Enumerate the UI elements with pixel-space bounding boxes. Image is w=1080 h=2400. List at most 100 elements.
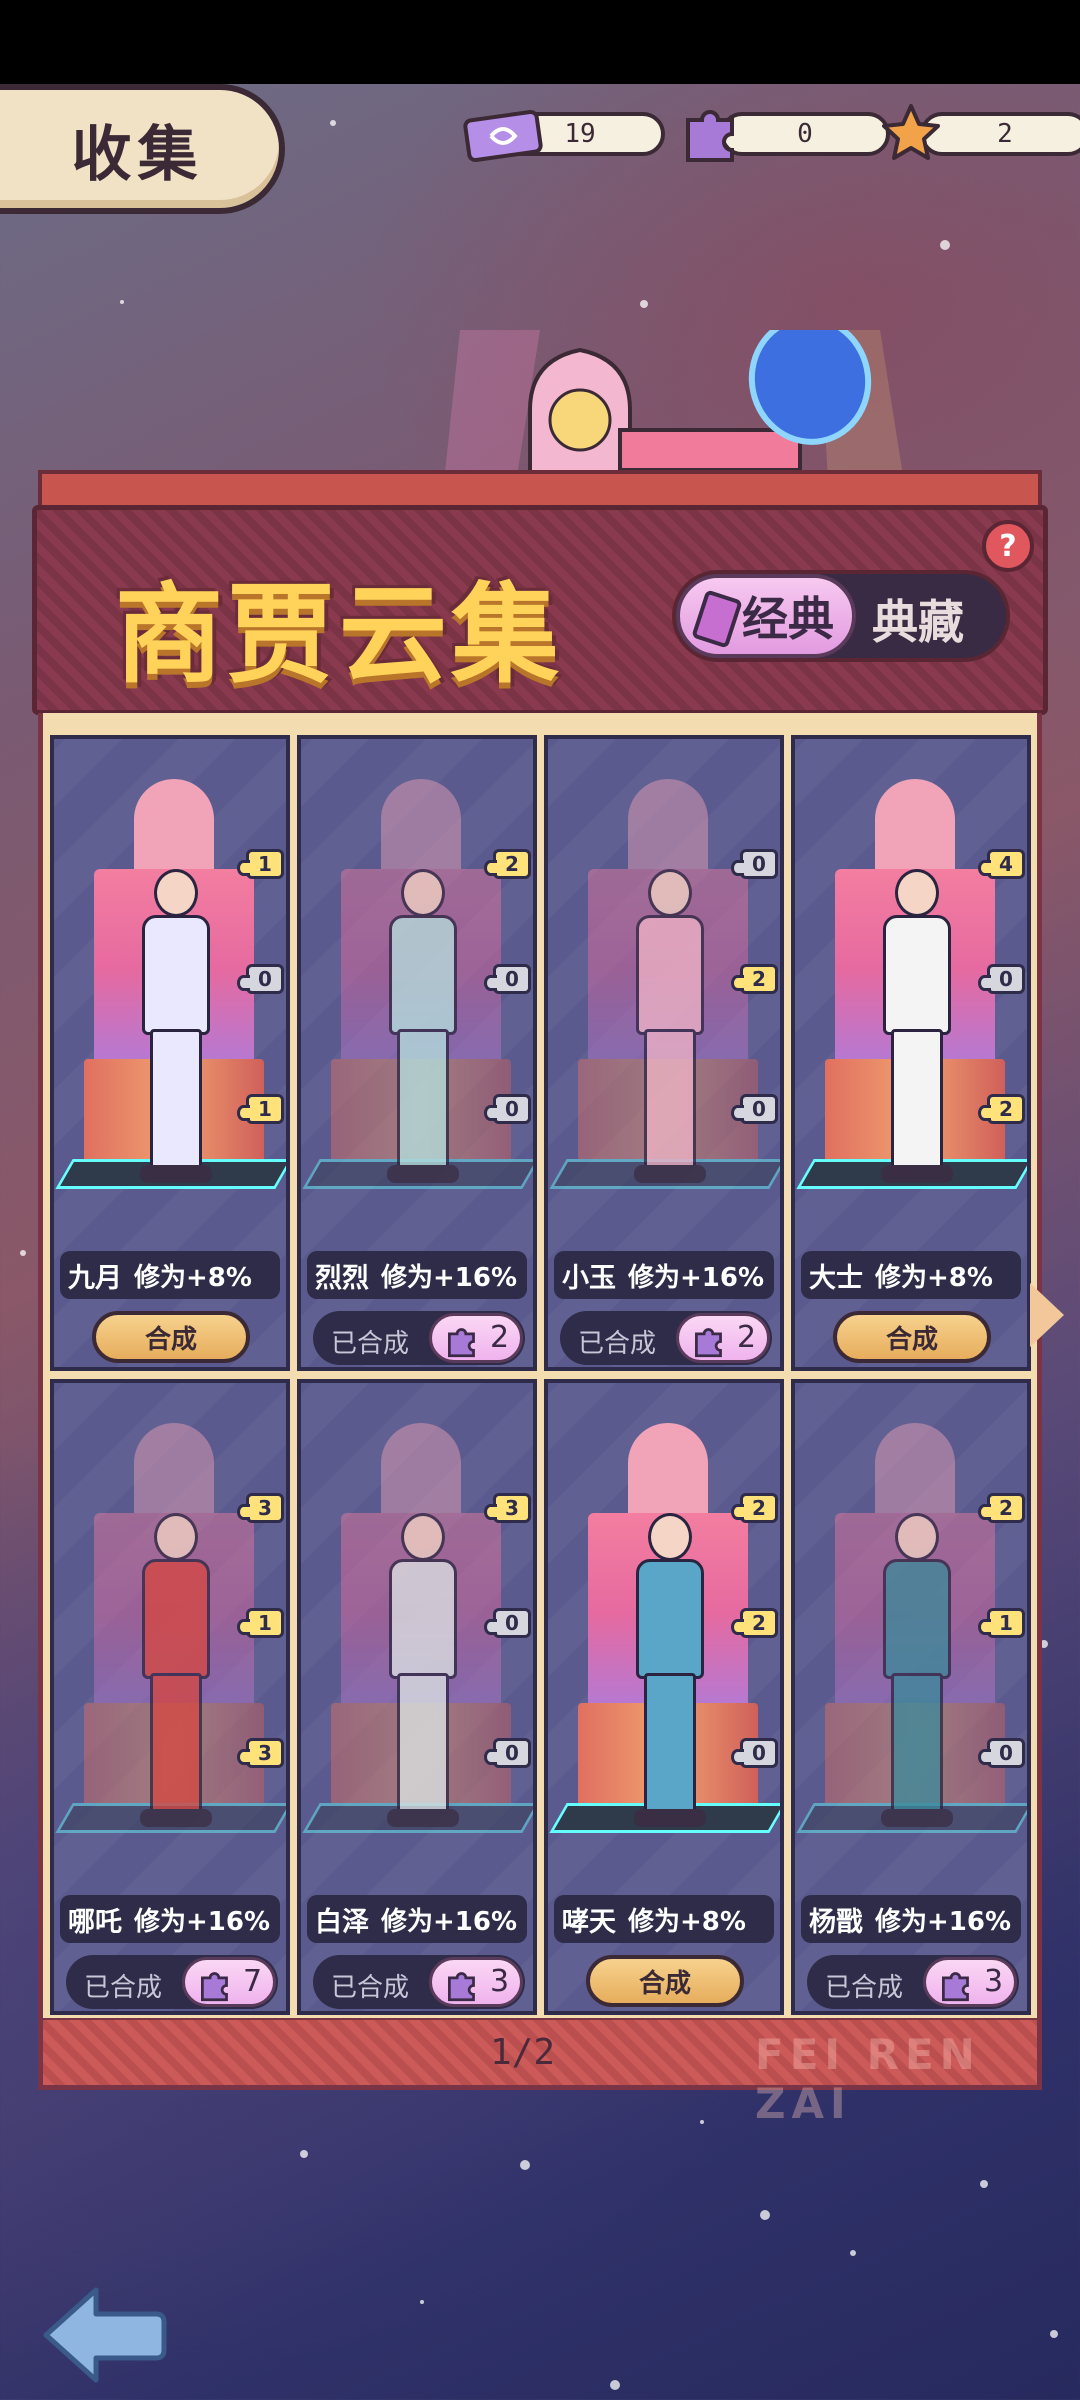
character-card[interactable]: 2 0 0 烈烈 修为+16% 已合成 2 [297,735,537,1371]
fragment-count-badge: 2 [731,1608,778,1638]
character-name-plate: 哮天 修为+8% [554,1895,774,1943]
character-card[interactable]: 1 0 1 九月 修为+8% 合成 [50,735,290,1371]
tab-classic[interactable]: 经典 [676,574,856,658]
puzzle-piece-icon [448,1972,475,2002]
fragment-count-badge: 1 [237,1094,284,1124]
synthesize-button[interactable]: 合成 [92,1311,250,1363]
synthesized-label: 已合成 [331,1973,410,2003]
character-name: 小玉 [562,1262,616,1294]
star [1050,2330,1058,2338]
piece-count-pill[interactable]: 2 [429,1313,523,1363]
piece-count-pill[interactable]: 3 [429,1957,523,2007]
star [980,2180,988,2188]
tab-classic-label: 经典 [742,592,834,646]
piece-count-pill[interactable]: 2 [676,1313,770,1363]
page-title: 收集 [71,119,204,190]
synthesized-status: 已合成 2 [560,1311,772,1365]
character-figure [865,1513,965,1833]
fragment-count-badge: 0 [978,964,1025,994]
fragment-count-badge: 4 [978,849,1025,879]
character-name-plate: 白泽 修为+16% [307,1895,527,1943]
star [610,2380,620,2390]
character-card[interactable]: 3 1 3 哪吒 修为+16% 已合成 7 [50,1379,290,2015]
fragment-count-badge: 2 [484,849,531,879]
piece-count: 3 [984,1964,1004,1999]
star [520,2160,530,2170]
character-name-plate: 小玉 修为+16% [554,1251,774,1299]
next-page-arrow[interactable] [1030,1283,1064,1347]
character-card[interactable]: 4 0 2 大士 修为+8% 合成 [791,735,1031,1371]
cultivation-bonus: 修为+16% [381,1262,518,1293]
cultivation-bonus: 修为+8% [875,1262,993,1293]
puzzle-piece-icon [942,1972,969,2002]
character-name: 白泽 [315,1906,369,1938]
synthesized-label: 已合成 [825,1973,904,2003]
fragment-count-badge: 0 [484,1608,531,1638]
banner-title: 商贾云集 [115,572,564,698]
star-icon [882,104,940,160]
watermark: FEI REN ZAI [755,2030,981,2128]
fragment-count-badge: 0 [731,1094,778,1124]
fragment-count-badge: 0 [484,1738,531,1768]
character-card[interactable]: 2 2 0 哮天 修为+8% 合成 [544,1379,784,2015]
fragment-count-badge: 2 [731,964,778,994]
star [850,2250,856,2256]
star [700,2120,704,2124]
star [940,240,950,250]
fragment-count-badge: 0 [731,1738,778,1768]
title-badge: 收集 [0,84,285,214]
star [640,300,648,308]
puzzle-piece-icon [686,110,734,162]
cultivation-bonus: 修为+8% [628,1906,746,1937]
star [420,2300,424,2304]
character-card[interactable]: 0 2 0 小玉 修为+16% 已合成 2 [544,735,784,1371]
cultivation-bonus: 修为+16% [134,1906,271,1937]
fragment-count-badge: 0 [237,964,284,994]
cultivation-bonus: 修为+16% [381,1906,518,1937]
synthesized-status: 已合成 3 [807,1955,1019,2009]
ticket-icon [463,109,543,163]
tab-collection[interactable]: 典藏 [872,586,964,652]
fragment-count-badge: 3 [237,1738,284,1768]
character-name: 哪吒 [68,1906,122,1938]
fragment-count-badge: 2 [731,1493,778,1523]
star [120,300,124,304]
fragment-count-badge: 3 [484,1493,531,1523]
help-button[interactable]: ? [982,520,1034,572]
synthesized-status: 已合成 3 [313,1955,525,2009]
piece-count: 3 [490,1964,510,1999]
synthesize-button[interactable]: 合成 [586,1955,744,2007]
character-name: 杨戬 [809,1906,863,1938]
character-name-plate: 杨戬 修为+16% [801,1895,1021,1943]
character-card[interactable]: 2 1 0 杨戬 修为+16% 已合成 3 [791,1379,1031,2015]
character-figure [371,1513,471,1833]
character-figure [371,869,471,1189]
synthesized-label: 已合成 [331,1329,410,1359]
character-figure [124,869,224,1189]
fragment-count-badge: 2 [978,1493,1025,1523]
fragment-count-badge: 1 [237,1608,284,1638]
character-name: 九月 [68,1262,122,1294]
cultivation-bonus: 修为+8% [134,1262,252,1293]
piece-count-pill[interactable]: 3 [923,1957,1017,2007]
synthesized-label: 已合成 [84,1973,163,2003]
character-name: 哮天 [562,1906,616,1938]
character-name-plate: 烈烈 修为+16% [307,1251,527,1299]
character-figure [618,869,718,1189]
cultivation-bonus: 修为+16% [628,1262,765,1293]
character-name-plate: 大士 修为+8% [801,1251,1021,1299]
fragment-count-badge: 0 [978,1738,1025,1768]
piece-count: 7 [243,1964,263,1999]
character-name-plate: 九月 修为+8% [60,1251,280,1299]
page-indicator: 1/2 [490,2032,556,2073]
fragment-count-badge: 0 [731,849,778,879]
back-arrow-button[interactable] [38,2280,168,2390]
character-card[interactable]: 3 0 0 白泽 修为+16% 已合成 3 [297,1379,537,2015]
piece-count-pill[interactable]: 7 [182,1957,276,2007]
status-bar [0,0,1080,84]
fragment-count-badge: 3 [237,1493,284,1523]
currency-star-value: 2 [920,112,1080,156]
synthesize-button[interactable]: 合成 [833,1311,991,1363]
character-figure [618,1513,718,1833]
character-figure [124,1513,224,1833]
